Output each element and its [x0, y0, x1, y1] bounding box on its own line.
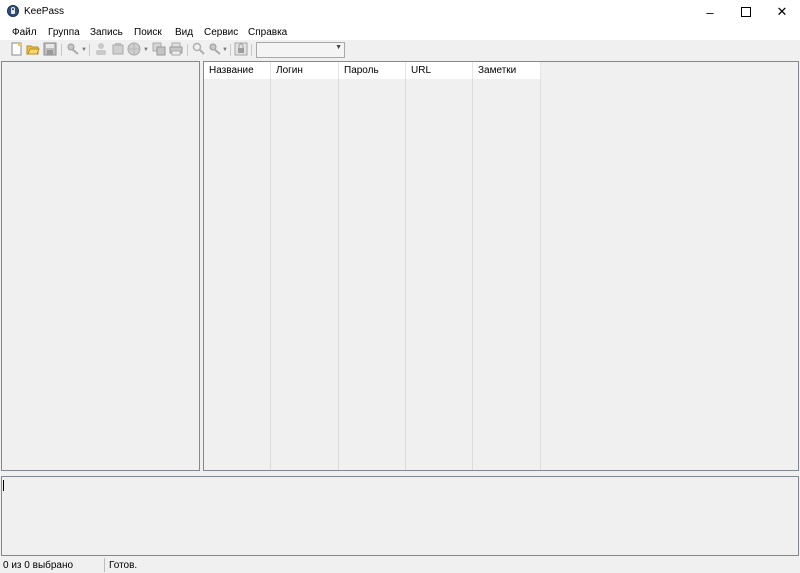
text-caret: [3, 480, 4, 491]
menu-entry[interactable]: Запись: [90, 27, 123, 38]
selection-count: 0 из 0 выбрано: [3, 560, 74, 571]
copy-password-icon[interactable]: [111, 42, 125, 56]
column-notes[interactable]: Заметки: [473, 62, 541, 79]
duplicate-icon[interactable]: [152, 42, 166, 56]
find-icon[interactable]: [192, 42, 206, 56]
minimize-button[interactable]: –: [692, 0, 728, 24]
save-icon[interactable]: [43, 42, 57, 56]
toolbar-separator: [187, 44, 188, 56]
add-entry-dropdown-icon[interactable]: ▼: [81, 47, 87, 53]
keepass-app-icon[interactable]: [7, 5, 19, 17]
new-database-icon[interactable]: [10, 42, 24, 56]
menu-help[interactable]: Справка: [248, 27, 287, 38]
quick-search-combo[interactable]: ▼: [256, 42, 345, 58]
menu-group[interactable]: Группа: [48, 27, 80, 38]
column-username[interactable]: Логин: [271, 62, 339, 79]
group-tree[interactable]: [1, 61, 200, 471]
column-gridline: [472, 79, 473, 470]
chevron-down-icon: ▼: [335, 44, 342, 51]
entry-details[interactable]: [1, 476, 799, 556]
column-url[interactable]: URL: [406, 62, 473, 79]
copy-username-icon[interactable]: [94, 42, 108, 56]
column-password[interactable]: Пароль: [339, 62, 406, 79]
column-gridline: [270, 79, 271, 470]
menu-find[interactable]: Поиск: [134, 27, 162, 38]
status-message: Готов.: [109, 560, 138, 571]
column-gridline: [405, 79, 406, 470]
close-icon: ✕: [776, 4, 788, 19]
entries-dropdown-icon[interactable]: ▼: [222, 47, 228, 53]
title-bar: [0, 0, 800, 24]
column-gridline: [338, 79, 339, 470]
open-url-icon[interactable]: [127, 42, 141, 56]
column-title[interactable]: Название: [204, 62, 271, 79]
toolbar-separator: [230, 44, 231, 56]
open-url-dropdown-icon[interactable]: ▼: [143, 47, 149, 53]
entry-list[interactable]: [203, 61, 799, 471]
column-gridline: [540, 79, 541, 470]
open-database-icon[interactable]: [26, 42, 40, 56]
toolbar-separator: [89, 44, 90, 56]
status-divider: [104, 558, 105, 572]
toolbar-separator: [61, 44, 62, 56]
close-button[interactable]: ✕: [764, 0, 800, 24]
toolbar-separator: [251, 44, 252, 56]
maximize-button[interactable]: [728, 0, 764, 24]
menu-tools[interactable]: Сервис: [204, 27, 238, 38]
minimize-icon: –: [706, 4, 714, 20]
add-entry-icon[interactable]: [66, 42, 80, 56]
lock-icon[interactable]: [234, 42, 248, 56]
entries-icon[interactable]: [208, 42, 222, 56]
print-icon[interactable]: [169, 42, 183, 56]
maximize-icon: [741, 7, 751, 17]
menu-view[interactable]: Вид: [175, 27, 193, 38]
window-title: KeePass: [24, 6, 65, 17]
menu-file[interactable]: Файл: [12, 27, 37, 38]
